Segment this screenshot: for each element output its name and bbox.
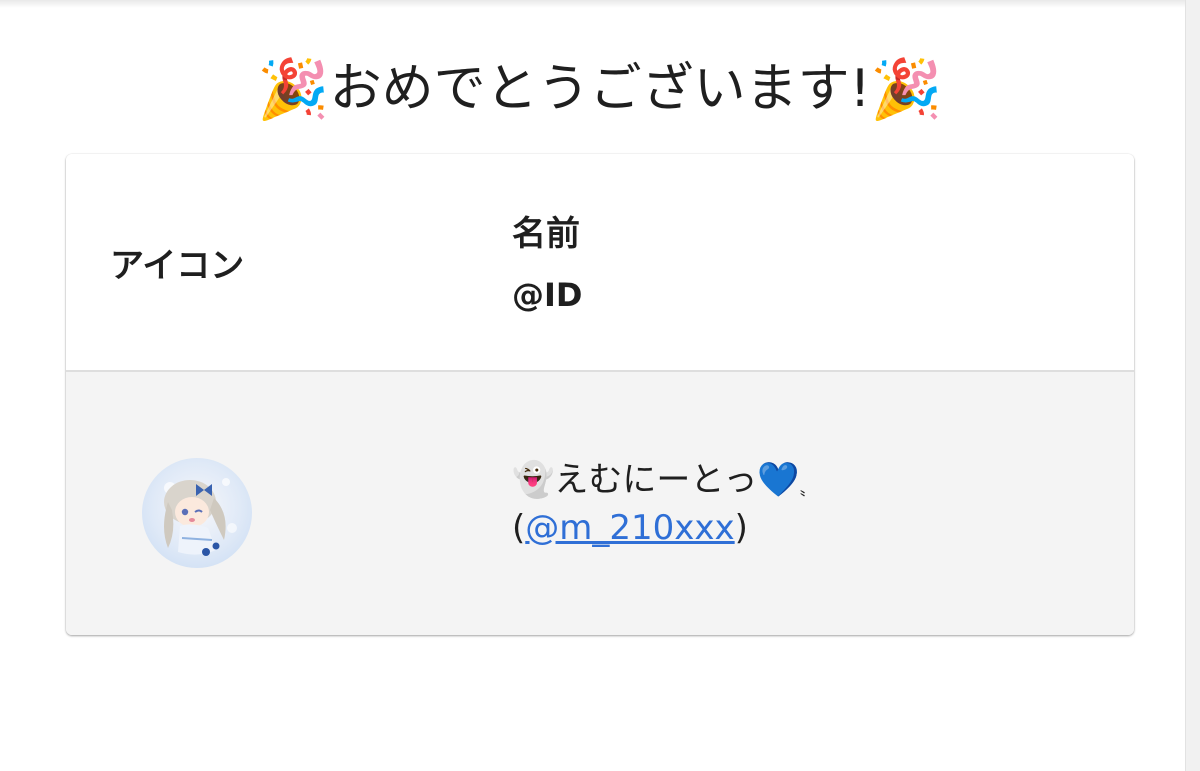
page-title: 🎉おめでとうございます!🎉	[0, 46, 1200, 129]
user-name-text: えむにーとっ	[554, 460, 758, 500]
user-id-open-paren: (	[512, 508, 526, 548]
party-popper-icon: 🎉	[257, 55, 330, 123]
user-id-close-paren: )	[734, 508, 748, 548]
table-header-row: アイコン 名前 @ID	[66, 154, 1134, 372]
ghost-icon: 👻	[512, 460, 555, 500]
user-id: (@m_210xxx)	[512, 508, 748, 548]
page-title-text: おめでとうございます!	[329, 59, 871, 119]
avatar-illustration	[164, 478, 237, 556]
header-id: @ID	[512, 276, 583, 314]
table-row: 👻えむにーとっ💙〟 (@m_210xxx)	[66, 372, 1134, 635]
top-shadow	[0, 0, 1200, 8]
results-table: アイコン 名前 @ID 👻えむにーとっ💙〟 (@m_210xxx)	[66, 154, 1134, 635]
avatar	[142, 458, 252, 568]
user-name: 👻えむにーとっ💙〟	[512, 452, 816, 501]
blue-heart-icon: 💙	[757, 460, 800, 500]
header-icon: アイコン	[110, 246, 245, 286]
header-name: 名前	[512, 214, 580, 254]
user-name-suffix: 〟	[799, 480, 816, 499]
user-id-link[interactable]: @m_210xxx	[525, 508, 734, 548]
party-popper-icon: 🎉	[870, 55, 943, 123]
